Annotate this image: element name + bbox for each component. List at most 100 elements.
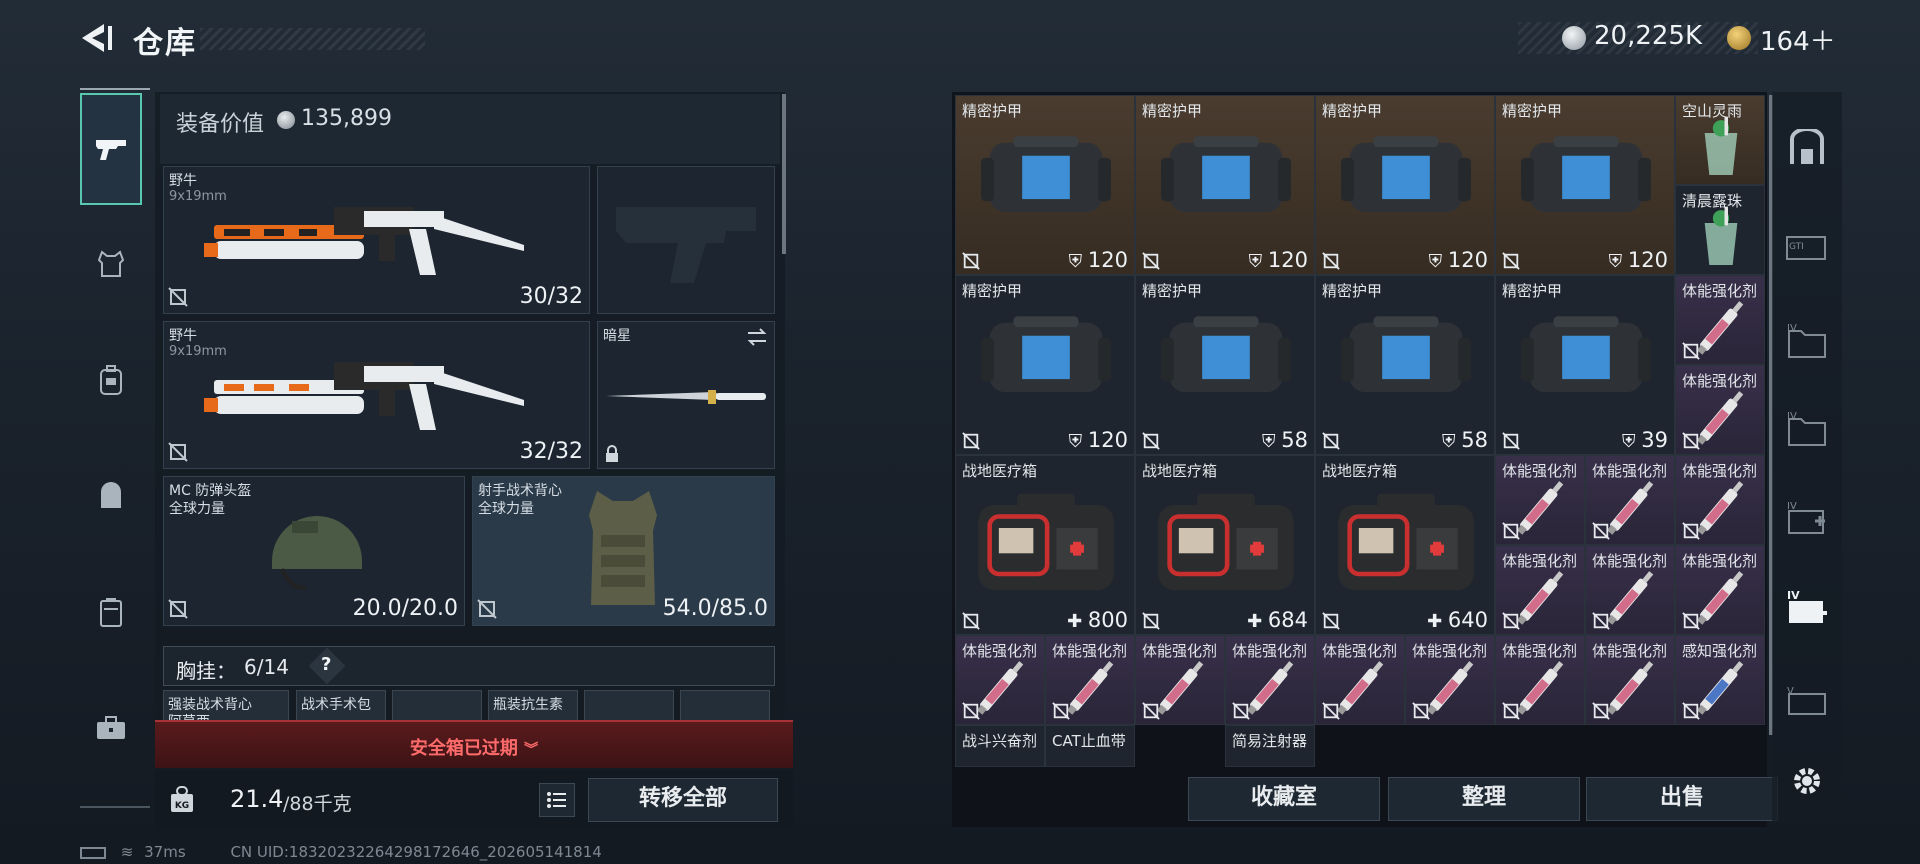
stash-item[interactable]: 精密护甲 ⛨ 120 bbox=[955, 95, 1135, 275]
weight-current: 21.4 bbox=[230, 785, 284, 813]
stash-item[interactable]: 清晨露珠 bbox=[1675, 185, 1765, 275]
title-decoration bbox=[200, 28, 425, 50]
stash-item[interactable]: 体能强化剂 bbox=[955, 635, 1045, 725]
stash-item[interactable]: 体能强化剂 bbox=[1585, 545, 1675, 635]
nav-weapons-tab[interactable] bbox=[80, 93, 142, 205]
weapon-name: 野牛 bbox=[169, 328, 197, 344]
armor-vest-slot[interactable]: 射手战术背心 全球力量 54.0/85.0 bbox=[472, 476, 775, 626]
stash-item[interactable]: 感知强化剂 bbox=[1675, 635, 1765, 725]
equipment-scrollbar[interactable] bbox=[782, 94, 786, 254]
vest-icon bbox=[97, 250, 125, 277]
stash-item[interactable]: 精密护甲 ⛨ 39 bbox=[1495, 275, 1675, 455]
stash-item[interactable]: 精密护甲 ⛨ 120 bbox=[1495, 95, 1675, 275]
armor-icon bbox=[1161, 122, 1291, 226]
stash-item[interactable]: 体能强化剂 bbox=[1675, 545, 1765, 635]
no-insure-icon bbox=[1592, 702, 1610, 720]
svg-text:IV: IV bbox=[1787, 501, 1797, 512]
stash-item[interactable]: 精密护甲 ⛨ 58 bbox=[1135, 275, 1315, 455]
nav-backpack-tab[interactable] bbox=[80, 324, 142, 436]
list-view-button[interactable] bbox=[539, 783, 575, 817]
safe-box-warning[interactable]: 安全箱已过期 ︾ bbox=[155, 720, 793, 768]
stash-item[interactable]: 精密护甲 ⛨ 120 bbox=[955, 275, 1135, 455]
no-insure-icon bbox=[1502, 702, 1520, 720]
no-insure-icon bbox=[1502, 252, 1520, 270]
stash-item[interactable]: 精密护甲 ⛨ 58 bbox=[1315, 275, 1495, 455]
stash-item[interactable]: 体能强化剂 bbox=[1045, 635, 1135, 725]
swap-icon[interactable] bbox=[746, 328, 768, 346]
stash-tab-v[interactable]: V bbox=[1772, 664, 1842, 738]
stash-item-name: 精密护甲 bbox=[962, 102, 1023, 120]
melee-slot[interactable]: 暗星 bbox=[597, 321, 775, 469]
chest-rig-bar[interactable]: 胸挂： 6/14 ? bbox=[163, 646, 775, 686]
nav-pack-tab[interactable] bbox=[80, 440, 142, 552]
no-insure-icon bbox=[962, 432, 980, 450]
stash-item[interactable]: 体能强化剂 bbox=[1225, 635, 1315, 725]
warehouse-screen: 仓库 20,225K 164＋ 装备价值 135,899 野牛 9x19mm 3… bbox=[0, 0, 1920, 864]
stash-item[interactable]: 体能强化剂 bbox=[1585, 635, 1675, 725]
stash-tab-iv-4[interactable]: IV bbox=[1772, 572, 1842, 646]
stash-item[interactable]: 体能强化剂 bbox=[1315, 635, 1405, 725]
stash-item[interactable]: 体能强化剂 bbox=[1495, 545, 1585, 635]
stash-item[interactable]: 战地医疗箱 ✚ 800 bbox=[955, 455, 1135, 635]
stash-tab-iv-1[interactable]: IV bbox=[1772, 304, 1842, 378]
stash-item[interactable]: 体能强化剂 bbox=[1675, 365, 1765, 455]
iv-medkit-selected-icon: IV bbox=[1787, 589, 1827, 623]
stash-settings-button[interactable] bbox=[1772, 744, 1842, 818]
primary-weapon-slot-1[interactable]: 野牛 9x19mm 30/32 bbox=[163, 166, 590, 314]
no-insure-icon bbox=[1682, 522, 1700, 540]
stash-item-name: 战地医疗箱 bbox=[1322, 462, 1398, 480]
safe-box-expired-text: 安全箱已过期 ︾ bbox=[155, 734, 793, 760]
chevron-down-icon: ︾ bbox=[524, 742, 539, 758]
no-insure-icon bbox=[1322, 252, 1340, 270]
nav-case-tab[interactable] bbox=[80, 556, 142, 668]
stash-item[interactable]: 战地医疗箱 ✚ 684 bbox=[1135, 455, 1315, 635]
svg-text:V: V bbox=[1787, 686, 1794, 697]
stash-item[interactable]: 体能强化剂 bbox=[1495, 455, 1585, 545]
bizon-smg-icon bbox=[204, 362, 524, 430]
stash-item[interactable]: 体能强化剂 bbox=[1495, 635, 1585, 725]
stash-item[interactable]: 精密护甲 ⛨ 120 bbox=[1135, 95, 1315, 275]
armor-icon bbox=[981, 302, 1111, 406]
no-insure-icon bbox=[1592, 612, 1610, 630]
stash-item-name: 精密护甲 bbox=[1142, 282, 1203, 300]
stash-item-durability: ⛨ 120 bbox=[1068, 428, 1128, 452]
bizon-smg-icon bbox=[204, 207, 524, 275]
stash-item[interactable]: 体能强化剂 bbox=[1585, 455, 1675, 545]
stash-item[interactable]: 体能强化剂 bbox=[1675, 455, 1765, 545]
stash-item[interactable]: 空山灵雨 bbox=[1675, 95, 1765, 185]
stash-item[interactable]: 战地医疗箱 ✚ 640 bbox=[1315, 455, 1495, 635]
stash-tab-exit[interactable] bbox=[1772, 112, 1842, 186]
svg-text:IV: IV bbox=[1787, 589, 1800, 602]
sell-button[interactable]: 出售 bbox=[1586, 777, 1778, 821]
stash-item[interactable]: 简易注射器 bbox=[1225, 725, 1315, 767]
token-amount[interactable]: 164＋ bbox=[1760, 21, 1836, 58]
stash-tab-iv-3[interactable]: IV bbox=[1772, 482, 1842, 556]
no-insure-icon bbox=[1142, 612, 1160, 630]
stash-tab-iv-2[interactable]: IV bbox=[1772, 392, 1842, 466]
stash-item[interactable]: 体能强化剂 bbox=[1675, 275, 1765, 365]
helmet-slot[interactable]: MC 防弹头盔 全球力量 20.0/20.0 bbox=[163, 476, 465, 626]
transfer-all-button[interactable]: 转移全部 bbox=[588, 778, 778, 822]
stash-tab-gti[interactable]: GTI bbox=[1772, 210, 1842, 284]
pistol-placeholder-icon bbox=[616, 207, 756, 283]
no-insure-icon bbox=[1682, 702, 1700, 720]
stash-item[interactable]: 战斗兴奋剂 bbox=[955, 725, 1045, 767]
no-insure-icon bbox=[1502, 522, 1520, 540]
no-insure-icon bbox=[1502, 612, 1520, 630]
stash-item[interactable]: CAT止血带 bbox=[1045, 725, 1135, 767]
stash-item-name: 精密护甲 bbox=[1142, 102, 1203, 120]
stash-item[interactable]: 体能强化剂 bbox=[1135, 635, 1225, 725]
back-arrow-icon[interactable] bbox=[74, 18, 114, 58]
chest-rig-label: 胸挂： bbox=[176, 659, 236, 683]
nav-vest-tab[interactable] bbox=[80, 208, 142, 320]
helmet-faction: 全球力量 bbox=[169, 501, 225, 517]
sidearm-slot[interactable] bbox=[597, 166, 775, 314]
collection-room-button[interactable]: 收藏室 bbox=[1188, 777, 1380, 821]
stash-item[interactable]: 精密护甲 ⛨ 120 bbox=[1315, 95, 1495, 275]
sort-button[interactable]: 整理 bbox=[1388, 777, 1580, 821]
nav-toolbox-tab[interactable] bbox=[80, 672, 142, 784]
stash-item[interactable]: 体能强化剂 bbox=[1405, 635, 1495, 725]
chest-slot-label: 战术手术包 bbox=[301, 697, 371, 713]
no-insure-icon bbox=[1682, 432, 1700, 450]
primary-weapon-slot-2[interactable]: 野牛 9x19mm 32/32 bbox=[163, 321, 590, 469]
